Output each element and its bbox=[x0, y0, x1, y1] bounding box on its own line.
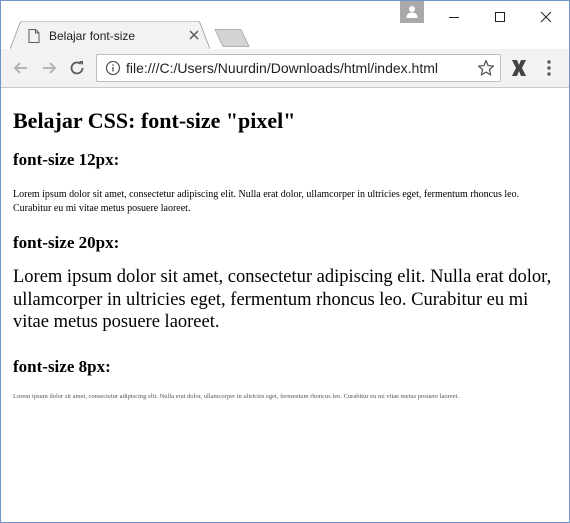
url-text[interactable]: file:///C:/Users/Nuurdin/Downloads/html/… bbox=[126, 60, 438, 76]
arrow-left-icon[interactable] bbox=[11, 58, 31, 78]
browser-toolbar: file:///C:/Users/Nuurdin/Downloads/html/… bbox=[1, 49, 569, 88]
maximize-button[interactable] bbox=[477, 1, 523, 31]
close-window-button[interactable] bbox=[523, 1, 569, 31]
tab-title: Belajar font-size bbox=[49, 29, 136, 43]
paragraph-12px: Lorem ipsum dolor sit amet, consectetur … bbox=[13, 189, 520, 214]
info-icon[interactable] bbox=[105, 60, 121, 76]
arrow-right-icon[interactable] bbox=[39, 58, 59, 78]
browser-window: Belajar font-size file:///C:/Users/Nuurd… bbox=[0, 0, 570, 523]
person-icon bbox=[406, 6, 418, 18]
close-icon bbox=[540, 11, 552, 23]
minimize-button[interactable] bbox=[431, 1, 477, 31]
reload-icon[interactable] bbox=[67, 58, 87, 78]
section-heading-12px: font-size 12px: bbox=[13, 150, 120, 169]
title-bar: Belajar font-size bbox=[1, 1, 569, 49]
page-content: Belajar CSS: font-size "pixel" font-size… bbox=[1, 88, 569, 401]
browser-tab[interactable]: Belajar font-size bbox=[10, 21, 210, 49]
maximize-icon bbox=[495, 12, 505, 22]
minimize-icon bbox=[449, 17, 459, 18]
document-icon bbox=[28, 29, 40, 43]
extension-x-icon[interactable] bbox=[509, 58, 529, 78]
star-icon[interactable] bbox=[477, 59, 495, 77]
kebab-menu-icon[interactable] bbox=[545, 58, 553, 78]
section-heading-20px: font-size 20px: bbox=[13, 233, 120, 252]
address-bar[interactable]: file:///C:/Users/Nuurdin/Downloads/html/… bbox=[96, 54, 501, 82]
new-tab-button[interactable] bbox=[214, 29, 250, 47]
profile-button[interactable] bbox=[400, 1, 424, 23]
paragraph-20px: Lorem ipsum dolor sit amet, consectetur … bbox=[13, 267, 552, 332]
page-title: Belajar CSS: font-size "pixel" bbox=[13, 108, 296, 133]
close-icon[interactable] bbox=[187, 28, 201, 42]
section-heading-8px: font-size 8px: bbox=[13, 356, 111, 376]
paragraph-8px: Lorem ipsum dolor sit amet, consectetur … bbox=[13, 392, 459, 400]
